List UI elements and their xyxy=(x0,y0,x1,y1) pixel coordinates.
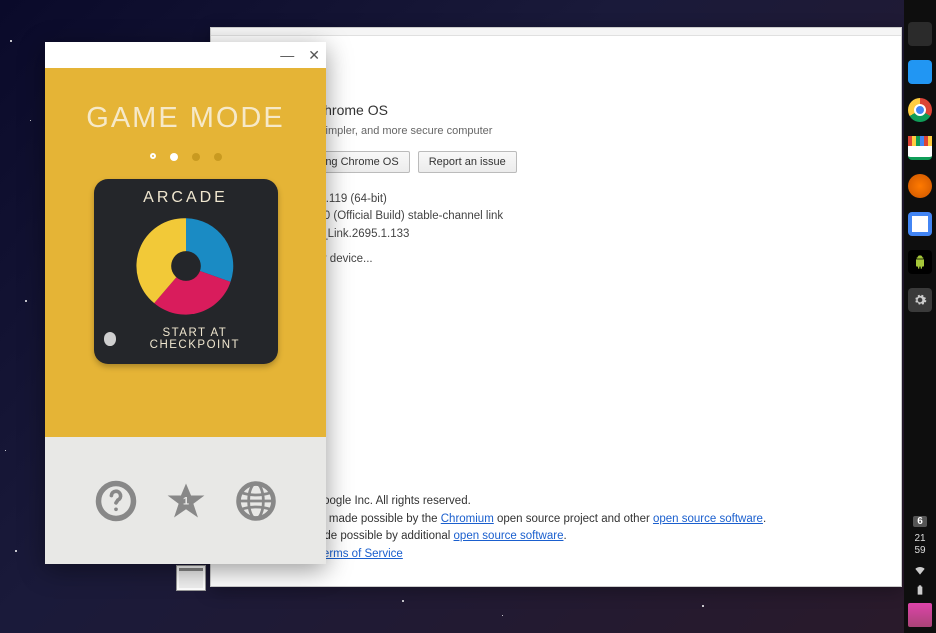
oss-link[interactable]: open source software xyxy=(653,513,763,525)
version-text: Version 37.0.2062.119 (64-bit) xyxy=(233,191,879,208)
shelf-app-settings[interactable] xyxy=(908,288,932,312)
shelf-app-webstore[interactable] xyxy=(908,136,932,160)
clock-minute: 59 xyxy=(914,545,925,557)
tos-link[interactable]: Terms of Service xyxy=(317,548,403,560)
chromeos-oss-line: Chrome OS is made possible by additional… xyxy=(233,528,879,546)
help-circle-icon[interactable] xyxy=(93,478,139,524)
chrome-oss-line: Google Chrome is made possible by the Ch… xyxy=(233,511,879,529)
shelf-app-orange[interactable] xyxy=(908,174,932,198)
shelf-app-terminal[interactable] xyxy=(908,22,932,46)
carousel-dot[interactable] xyxy=(150,153,156,159)
checkpoint-dot-icon xyxy=(104,332,117,346)
platform-text: Platform 5978.80.0 (Official Build) stab… xyxy=(233,208,879,225)
overview-thumbnail[interactable] xyxy=(176,565,206,591)
game-titlebar: — ✕ xyxy=(45,42,326,68)
minimize-button[interactable]: — xyxy=(280,48,294,62)
arcade-card[interactable]: ARCADE START AT CHECKPOINT xyxy=(94,179,278,364)
svg-text:1: 1 xyxy=(182,495,188,507)
carousel-dot[interactable] xyxy=(192,153,200,161)
about-window-chrome xyxy=(211,28,901,36)
clock-hour: 21 xyxy=(914,533,925,545)
carousel-dot[interactable] xyxy=(170,153,178,161)
user-avatar[interactable] xyxy=(908,603,932,627)
notification-count-badge[interactable]: 6 xyxy=(913,516,927,527)
shelf-app-files[interactable] xyxy=(908,60,932,84)
wifi-icon xyxy=(913,563,927,577)
t: open source project and other xyxy=(494,513,653,525)
color-wheel-icon xyxy=(133,213,239,319)
star-badge-icon[interactable]: 1 xyxy=(163,478,209,524)
copyright-text: Copyright 2014 Google Inc. All rights re… xyxy=(233,493,879,511)
close-button[interactable]: ✕ xyxy=(308,48,320,62)
product-tagline: The faster, simpler, and more secure com… xyxy=(265,125,879,137)
tos-line: Google Chrome Terms of Service xyxy=(233,546,879,564)
update-percent: 100% xyxy=(233,268,879,285)
carousel-dot[interactable] xyxy=(214,153,222,161)
oss-link-2[interactable]: open source software xyxy=(454,530,564,542)
footer-product: Google Chrome xyxy=(233,475,879,493)
game-main-panel: GAME MODE ARCADE START AT CHECKPOINT xyxy=(45,68,326,437)
chromium-link[interactable]: Chromium xyxy=(441,513,494,525)
globe-icon[interactable] xyxy=(233,478,279,524)
firmware-text: Firmware Google_Link.2695.1.133 xyxy=(233,226,879,243)
game-window: — ✕ GAME MODE ARCADE START AT CHECKPO xyxy=(45,42,326,564)
status-tray[interactable]: 6 21 59 xyxy=(904,516,936,633)
arcade-title: ARCADE xyxy=(104,189,268,207)
start-checkpoint-label: START AT CHECKPOINT xyxy=(122,327,267,351)
thumbnail-preview xyxy=(179,568,203,588)
shelf-app-docs[interactable] xyxy=(908,212,932,236)
page-title: About xyxy=(233,56,879,79)
shelf: 6 21 59 xyxy=(904,0,936,633)
game-bottom-bar: 1 xyxy=(45,437,326,564)
shelf-app-android[interactable] xyxy=(908,250,932,274)
shelf-app-chrome[interactable] xyxy=(908,98,932,122)
t: . xyxy=(563,530,566,542)
clock[interactable]: 21 59 xyxy=(914,533,925,557)
carousel-dots[interactable] xyxy=(45,153,326,161)
battery-icon xyxy=(913,583,927,597)
t: . xyxy=(763,513,766,525)
report-issue-button[interactable]: Report an issue xyxy=(418,151,517,173)
game-mode-title: GAME MODE xyxy=(45,68,326,135)
